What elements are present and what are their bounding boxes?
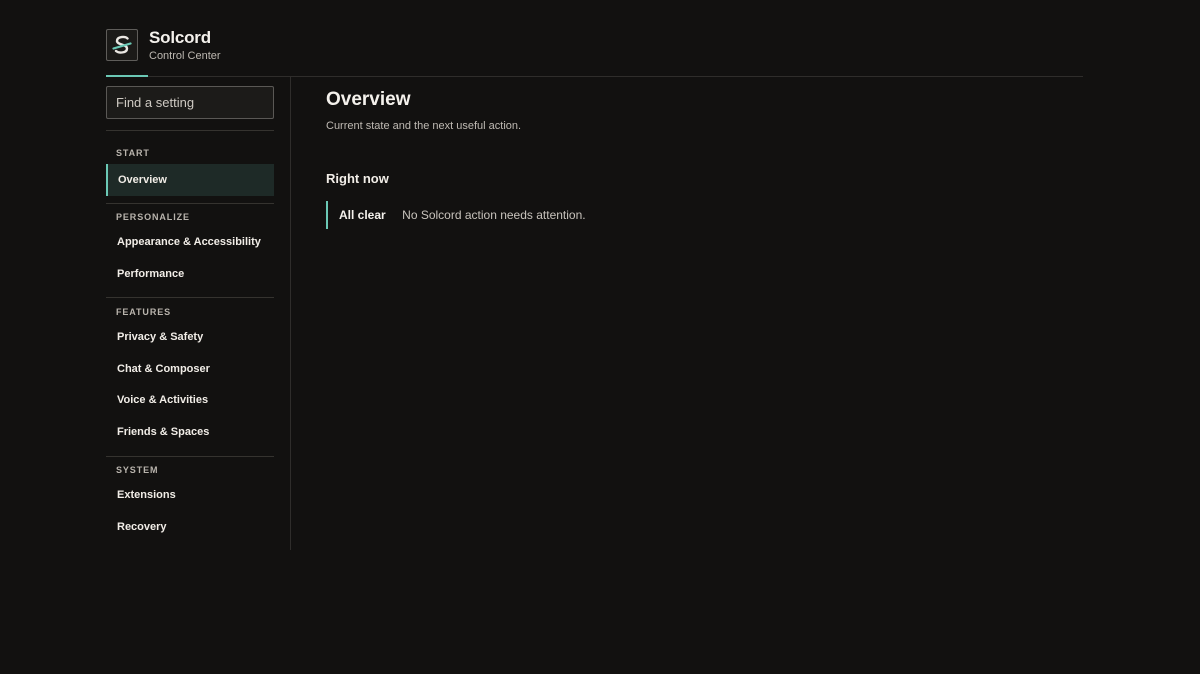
status-row: All clear No Solcord action needs attent… — [326, 201, 586, 229]
sidebar-item-chat-composer[interactable]: Chat & Composer — [106, 353, 274, 385]
sidebar-item-overview[interactable]: Overview — [106, 164, 274, 196]
sidebar-item-recovery[interactable]: Recovery — [106, 511, 274, 543]
sidebar-item-extensions[interactable]: Extensions — [106, 479, 274, 511]
sidebar: START Overview PERSONALIZE Appearance & … — [106, 77, 291, 550]
sidebar-divider — [106, 203, 274, 204]
sidebar-item-appearance-accessibility[interactable]: Appearance & Accessibility — [106, 226, 274, 258]
sidebar-item-performance[interactable]: Performance — [106, 258, 274, 290]
section-label-start: START — [116, 148, 150, 158]
section-title-right-now: Right now — [326, 171, 389, 186]
header: Solcord Control Center — [106, 0, 1083, 77]
status-badge: All clear — [339, 208, 386, 222]
sidebar-divider — [106, 297, 274, 298]
section-label-personalize: PERSONALIZE — [116, 212, 190, 222]
section-label-features: FEATURES — [116, 307, 172, 317]
sidebar-item-friends-spaces[interactable]: Friends & Spaces — [106, 416, 274, 448]
app-window: Solcord Control Center START Overview PE… — [106, 0, 1083, 674]
search-input[interactable] — [106, 86, 274, 119]
page-subtitle: Current state and the next useful action… — [326, 120, 522, 132]
sidebar-divider — [106, 456, 274, 457]
section-label-system: SYSTEM — [116, 465, 159, 475]
sidebar-item-voice-activities[interactable]: Voice & Activities — [106, 384, 274, 416]
page-title: Overview — [326, 89, 411, 110]
sidebar-item-privacy-safety[interactable]: Privacy & Safety — [106, 321, 274, 353]
sidebar-divider — [106, 130, 274, 131]
status-message: No Solcord action needs attention. — [402, 208, 586, 222]
app-subtitle: Control Center — [149, 50, 221, 62]
app-name: Solcord — [149, 28, 211, 47]
s-letter-logo-icon — [106, 29, 138, 61]
